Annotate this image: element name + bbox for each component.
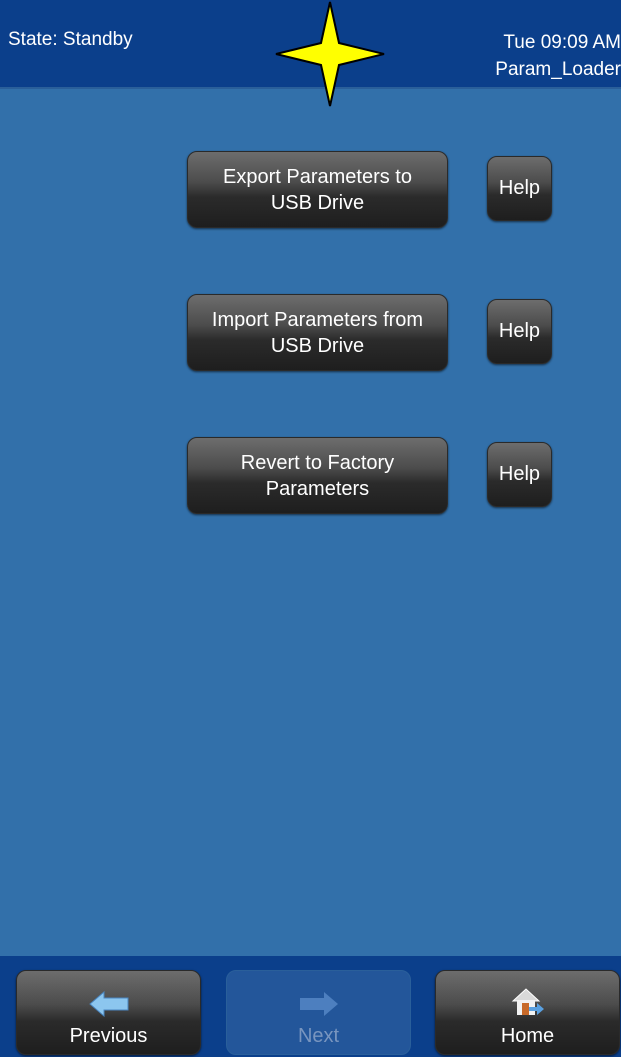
status-right: Tue 09:09 AM Param_Loader xyxy=(461,29,621,83)
export-parameters-label: Export Parameters to USB Drive xyxy=(223,165,412,214)
date-time: Tue 09:09 AM xyxy=(503,32,621,53)
import-help-label: Help xyxy=(498,320,541,342)
import-parameters-button[interactable]: Import Parameters from USB Drive xyxy=(187,294,448,371)
next-label: Next xyxy=(297,1025,340,1047)
export-help-label: Help xyxy=(498,177,541,199)
navigation-bar: Previous Next Home xyxy=(0,956,621,1057)
revert-help-button[interactable]: Help xyxy=(487,442,552,507)
status-bar: State: Standby Tue 09:09 AM Param_Loader xyxy=(0,0,621,107)
next-button[interactable]: Next xyxy=(226,970,411,1055)
screen-name: Param_Loader xyxy=(495,59,621,80)
import-parameters-label: Import Parameters from USB Drive xyxy=(211,308,424,357)
home-icon xyxy=(511,988,544,1015)
star-icon xyxy=(275,1,385,107)
previous-label: Previous xyxy=(69,1025,148,1047)
export-help-button[interactable]: Help xyxy=(487,156,552,221)
import-help-button[interactable]: Help xyxy=(487,299,552,364)
revert-help-label: Help xyxy=(498,463,541,485)
machine-state: State: Standby xyxy=(8,29,133,50)
home-button[interactable]: Home xyxy=(435,970,620,1055)
previous-button[interactable]: Previous xyxy=(16,970,201,1055)
export-parameters-button[interactable]: Export Parameters to USB Drive xyxy=(187,151,448,228)
revert-factory-label: Revert to Factory Parameters xyxy=(240,451,395,500)
home-label: Home xyxy=(500,1025,555,1047)
arrow-right-icon xyxy=(299,992,338,1016)
arrow-left-icon xyxy=(88,991,128,1017)
revert-factory-button[interactable]: Revert to Factory Parameters xyxy=(187,437,448,514)
